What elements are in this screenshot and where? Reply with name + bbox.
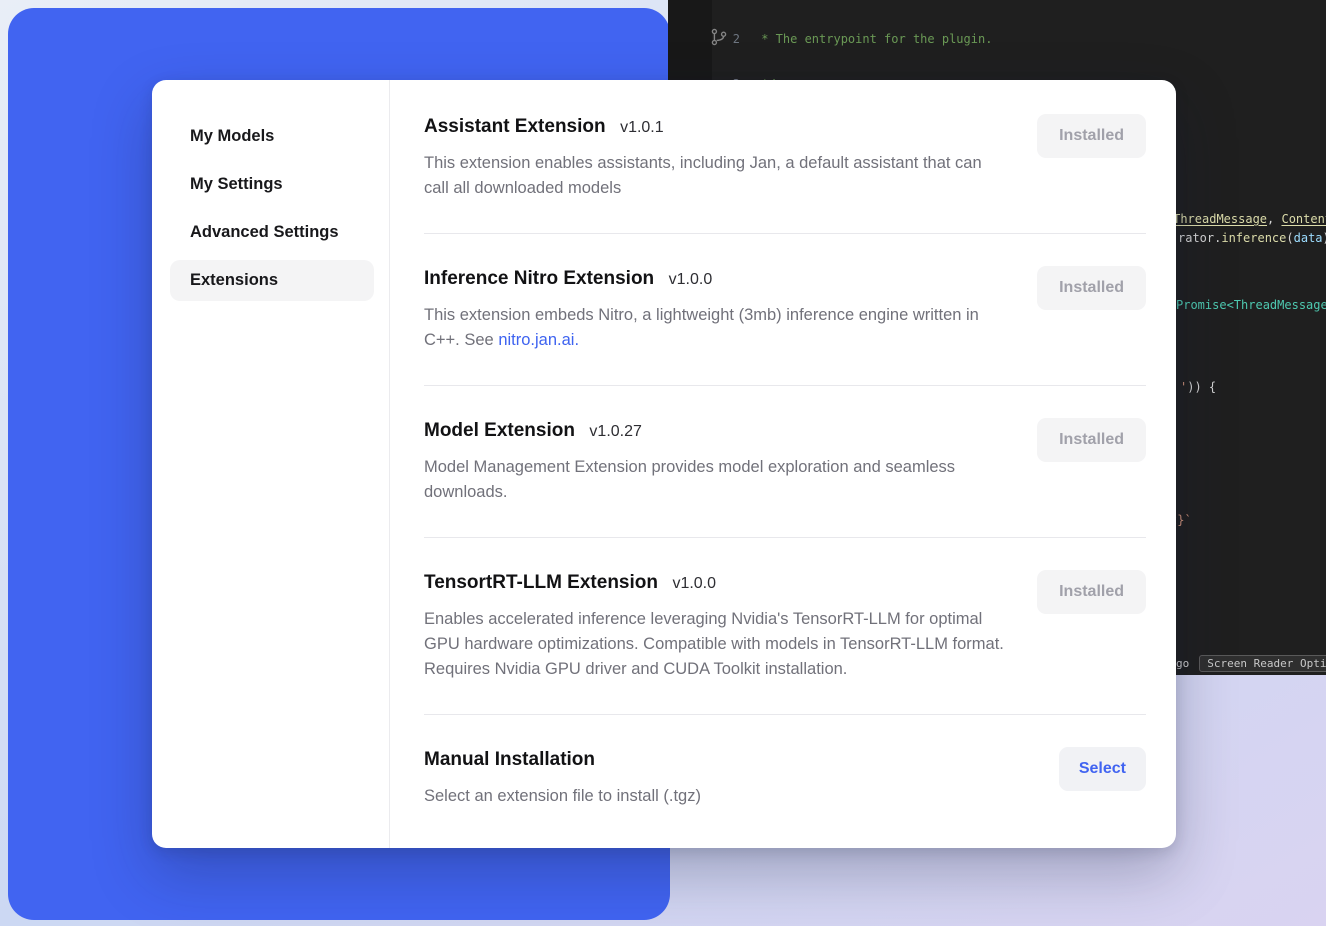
extension-title: TensortRT-LLM Extension <box>424 572 658 593</box>
installed-button[interactable]: Installed <box>1037 114 1146 158</box>
nitro-link[interactable]: nitro.jan.ai. <box>498 331 579 349</box>
code-line: 2 * The entrypoint for the plugin. <box>712 31 1326 48</box>
editor-status-bar: go Screen Reader Optimize <box>1176 655 1326 672</box>
extension-version: v1.0.0 <box>672 575 716 592</box>
extension-row-assistant: Assistant Extension v1.0.1 This extensio… <box>424 82 1146 234</box>
manual-installation-title: Manual Installation <box>424 749 595 770</box>
installed-button[interactable]: Installed <box>1037 266 1146 310</box>
manual-installation-row: Manual Installation Select an extension … <box>424 715 1146 841</box>
extension-description: Enables accelerated inference leveraging… <box>424 607 1004 682</box>
extension-version: v1.0.0 <box>669 271 713 288</box>
screen-reader-chip: Screen Reader Optimize <box>1199 655 1326 672</box>
extension-title: Inference Nitro Extension <box>424 268 654 289</box>
code-fragment: Promise<ThreadMessage> <box>1176 297 1326 313</box>
extension-title: Assistant Extension <box>424 116 606 137</box>
sidebar-item-my-settings[interactable]: My Settings <box>170 164 374 205</box>
extension-title: Model Extension <box>424 420 575 441</box>
installed-button[interactable]: Installed <box>1037 418 1146 462</box>
settings-modal: My Models My Settings Advanced Settings … <box>152 80 1176 848</box>
extension-description: This extension embeds Nitro, a lightweig… <box>424 303 1004 353</box>
extension-description: Model Management Extension provides mode… <box>424 455 1004 505</box>
extension-row-model: Model Extension v1.0.27 Model Management… <box>424 386 1146 538</box>
extension-description: This extension enables assistants, inclu… <box>424 151 1004 201</box>
code-fragment: ')) { <box>1180 379 1216 395</box>
sidebar-item-my-models[interactable]: My Models <box>170 116 374 157</box>
sidebar-item-advanced-settings[interactable]: Advanced Settings <box>170 212 374 253</box>
line-number: 2 <box>712 31 740 48</box>
extension-row-nitro: Inference Nitro Extension v1.0.0 This ex… <box>424 234 1146 386</box>
manual-installation-description: Select an extension file to install (.tg… <box>424 784 701 809</box>
sidebar-item-extensions[interactable]: Extensions <box>170 260 374 301</box>
extension-version: v1.0.27 <box>589 423 641 440</box>
status-text: go <box>1176 657 1189 670</box>
select-file-button[interactable]: Select <box>1059 747 1146 791</box>
extension-row-tensorrt: TensortRT-LLM Extension v1.0.0 Enables a… <box>424 538 1146 715</box>
page-background: 2 * The entrypoint for the plugin. 3 */ … <box>0 0 1326 926</box>
extensions-panel: Assistant Extension v1.0.1 This extensio… <box>390 80 1176 848</box>
installed-button[interactable]: Installed <box>1037 570 1146 614</box>
code-fragment: rator.inference(data)); <box>1178 230 1326 246</box>
extension-version: v1.0.1 <box>620 119 664 136</box>
settings-sidebar: My Models My Settings Advanced Settings … <box>152 80 390 848</box>
